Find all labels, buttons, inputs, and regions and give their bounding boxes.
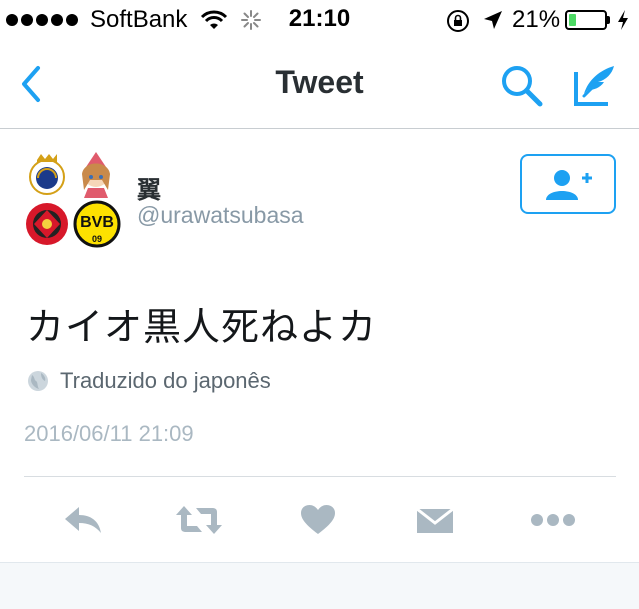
translation-label: Traduzido do japonês xyxy=(60,368,271,393)
urawa-reds-crest-icon xyxy=(26,203,68,245)
tweet-text: カイオ黒人死ねよカ xyxy=(26,307,378,349)
battery-fill xyxy=(569,14,576,26)
reply-button[interactable] xyxy=(58,496,108,544)
avatar[interactable]: BVB 09 xyxy=(24,150,122,250)
retweet-icon xyxy=(176,506,222,534)
reply-footer xyxy=(0,562,639,609)
svg-text:09: 09 xyxy=(92,234,102,244)
tweet-timestamp: 2016/06/11 21:09 xyxy=(24,421,194,446)
more-icon xyxy=(531,514,575,526)
battery-tip xyxy=(607,16,610,24)
anime-character-icon xyxy=(82,152,110,198)
rotation-lock-icon xyxy=(447,10,469,32)
more-button[interactable] xyxy=(528,496,578,544)
retweet-button[interactable] xyxy=(174,496,224,544)
follow-button[interactable] xyxy=(520,154,616,214)
display-name[interactable]: 翼 xyxy=(137,170,161,205)
svg-text:BVB: BVB xyxy=(80,214,114,231)
real-madrid-crest-icon xyxy=(29,154,65,195)
reply-icon xyxy=(65,507,101,533)
globe-icon xyxy=(28,371,48,391)
search-icon[interactable] xyxy=(498,62,544,108)
user-handle[interactable]: @urawatsubasa xyxy=(137,202,304,229)
like-button[interactable] xyxy=(293,496,343,544)
translation-note[interactable]: Traduzido do japonês xyxy=(26,368,271,394)
bvb-crest-icon: BVB 09 xyxy=(73,200,121,248)
battery-percent: 21% xyxy=(512,6,561,33)
divider xyxy=(24,476,616,477)
add-user-icon xyxy=(546,170,592,200)
status-bar: SoftBank 21:10 21% xyxy=(0,0,639,42)
direct-message-button[interactable] xyxy=(410,496,460,544)
direct-message-icon xyxy=(416,507,454,533)
action-bar xyxy=(0,496,639,544)
compose-icon[interactable] xyxy=(572,62,618,108)
battery-icon xyxy=(565,10,607,30)
navigation-bar: Tweet xyxy=(0,42,639,129)
like-heart-icon xyxy=(301,505,335,534)
location-arrow-icon xyxy=(484,11,502,29)
charging-bolt-icon xyxy=(618,10,628,30)
